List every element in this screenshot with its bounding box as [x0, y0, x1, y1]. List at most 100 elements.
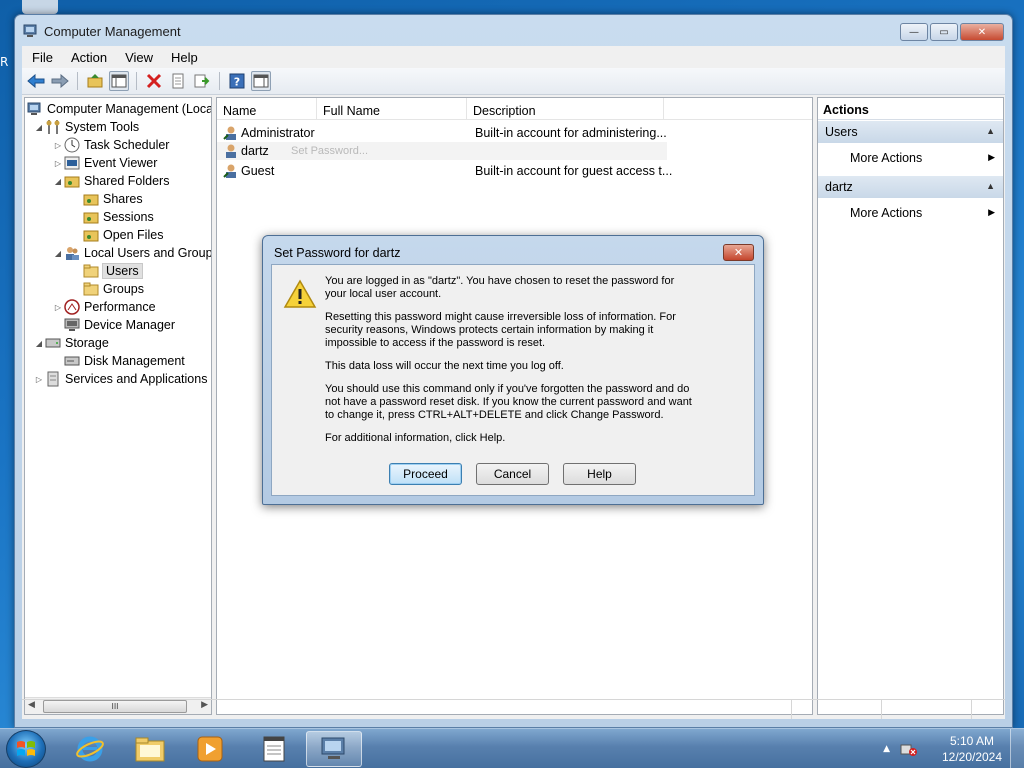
set-password-dialog: Set Password for dartz ✕ You are logged … — [262, 235, 764, 505]
tree-item-services-apps[interactable]: ▷ Services and Applications — [33, 370, 207, 388]
start-button[interactable] — [6, 730, 46, 768]
expand-arrow-icon[interactable]: ▷ — [52, 159, 64, 168]
toolbar: ? — [22, 68, 1005, 95]
help-button[interactable]: Help — [563, 463, 636, 485]
user-name: dartz — [241, 144, 269, 158]
list-row-administrator[interactable]: Administrator Built-in account for admin… — [217, 124, 667, 142]
section-label: dartz — [825, 180, 853, 194]
clock[interactable]: 5:10 AM 12/20/2024 — [934, 733, 1010, 765]
user-name: Administrator — [241, 126, 315, 140]
menu-action[interactable]: Action — [71, 50, 107, 65]
tree-label: Shared Folders — [84, 174, 170, 188]
collapse-arrow-icon[interactable]: ◢ — [33, 123, 45, 132]
tree-item-sessions[interactable]: Sessions — [83, 208, 154, 226]
tree-label: Storage — [65, 336, 109, 350]
menu-help[interactable]: Help — [171, 50, 198, 65]
up-folder-icon[interactable] — [85, 71, 105, 91]
tree-item-users[interactable]: Users — [83, 262, 143, 280]
taskbar-explorer[interactable] — [122, 731, 178, 767]
shared-folder-icon — [83, 191, 99, 207]
dialog-message: You are logged in as "dartz". You have c… — [325, 275, 697, 455]
desktop-icon-partial[interactable] — [22, 0, 58, 14]
collapse-icon[interactable]: ▲ — [986, 181, 995, 191]
users-group-icon — [64, 245, 80, 261]
dialog-close-button[interactable]: ✕ — [723, 244, 754, 261]
back-icon[interactable] — [26, 71, 46, 91]
tree-item-event-viewer[interactable]: ▷ Event Viewer — [52, 154, 158, 172]
taskbar-notepad[interactable] — [246, 731, 302, 767]
more-actions-dartz[interactable]: More Actions ▶ — [818, 198, 1003, 230]
more-actions-users[interactable]: More Actions ▶ — [818, 143, 1003, 175]
tree-item-task-scheduler[interactable]: ▷ Task Scheduler — [52, 136, 169, 154]
dialog-title: Set Password for dartz — [274, 246, 401, 260]
shared-folder-icon — [83, 209, 99, 225]
delete-icon[interactable] — [144, 71, 164, 91]
tree-item-root[interactable]: Computer Management (Local — [27, 100, 211, 118]
tree-item-groups[interactable]: Groups — [83, 280, 144, 298]
menu-view[interactable]: View — [125, 50, 153, 65]
menu-file[interactable]: File — [32, 50, 53, 65]
user-icon — [223, 126, 236, 140]
show-desktop-button[interactable] — [1010, 729, 1024, 768]
collapse-arrow-icon[interactable]: ◢ — [52, 177, 64, 186]
tree-item-device-manager[interactable]: Device Manager — [64, 316, 175, 334]
tree-item-shared-folders[interactable]: ◢ Shared Folders — [52, 172, 170, 190]
actions-section-users[interactable]: Users ▲ — [818, 121, 1003, 143]
disk-management-icon — [64, 353, 80, 369]
proceed-button[interactable]: Proceed — [389, 463, 462, 485]
column-name[interactable]: Name — [217, 98, 317, 119]
collapse-arrow-icon[interactable]: ◢ — [52, 249, 64, 258]
expand-arrow-icon[interactable]: ▷ — [52, 303, 64, 312]
media-player-icon — [197, 736, 223, 762]
show-hide-tree-icon[interactable] — [109, 71, 129, 91]
user-name: Guest — [241, 164, 275, 178]
collapse-arrow-icon[interactable]: ◢ — [33, 339, 45, 348]
list-row-guest[interactable]: Guest Built-in account for guest access … — [217, 162, 672, 180]
collapse-icon[interactable]: ▲ — [986, 126, 995, 136]
taskbar-computer-management[interactable] — [306, 731, 362, 767]
export-icon[interactable] — [192, 71, 212, 91]
toolbar-separator — [136, 72, 137, 90]
message-paragraph: For additional information, click Help. — [325, 432, 506, 444]
tree-item-storage[interactable]: ◢ Storage — [33, 334, 109, 352]
column-description[interactable]: Description — [467, 98, 664, 119]
clock-date: 12/20/2024 — [941, 750, 1003, 764]
actions-pane: Actions Users ▲ More Actions ▶ dartz ▲ M… — [817, 97, 1004, 715]
help-icon[interactable]: ? — [227, 71, 247, 91]
action-label: More Actions — [850, 151, 923, 165]
list-row-dartz[interactable]: dartz Set Password... — [217, 142, 667, 160]
taskbar-media-player[interactable] — [182, 731, 238, 767]
folder-icon — [135, 737, 165, 762]
tree-label: Device Manager — [84, 318, 176, 332]
close-button[interactable]: ✕ — [960, 23, 1004, 41]
taskbar-internet-explorer[interactable] — [62, 731, 118, 767]
forward-icon[interactable] — [50, 71, 70, 91]
expand-arrow-icon[interactable]: ▷ — [52, 141, 64, 150]
tree-item-shares[interactable]: Shares — [83, 190, 143, 208]
submenu-arrow-icon: ▶ — [988, 207, 995, 217]
tree-label: Users — [102, 263, 143, 279]
event-viewer-icon — [64, 155, 80, 171]
maximize-button[interactable]: ▭ — [930, 23, 958, 41]
tree-item-performance[interactable]: ▷ Performance — [52, 298, 156, 316]
column-full-name[interactable]: Full Name — [317, 98, 467, 119]
tree-item-open-files[interactable]: Open Files — [83, 226, 163, 244]
expand-arrow-icon[interactable]: ▷ — [33, 375, 45, 384]
show-hide-action-pane-icon[interactable] — [251, 71, 271, 91]
system-tools-icon — [45, 119, 61, 135]
tree-item-system-tools[interactable]: ◢ System Tools — [33, 118, 139, 136]
status-bar — [22, 699, 1005, 719]
toolbar-separator — [219, 72, 220, 90]
services-icon — [45, 371, 61, 387]
clock-icon — [64, 137, 80, 153]
action-label: More Actions — [850, 206, 923, 220]
minimize-button[interactable]: — — [900, 23, 928, 41]
network-warning-icon[interactable] — [900, 741, 918, 757]
title-bar[interactable]: Computer Management — ▭ ✕ — [15, 15, 1012, 47]
tree-item-local-users-groups[interactable]: ◢ Local Users and Groups — [52, 244, 211, 262]
tree-item-disk-management[interactable]: Disk Management — [64, 352, 185, 370]
properties-icon[interactable] — [168, 71, 188, 91]
show-hidden-icons[interactable]: ▲ — [883, 744, 890, 754]
actions-section-dartz[interactable]: dartz ▲ — [818, 176, 1003, 198]
cancel-button[interactable]: Cancel — [476, 463, 549, 485]
